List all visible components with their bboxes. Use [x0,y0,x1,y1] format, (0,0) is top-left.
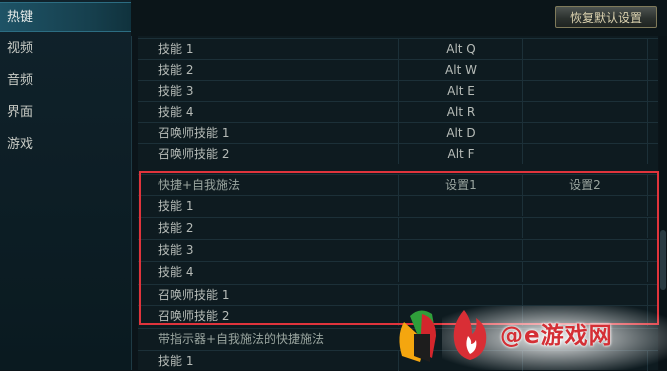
hotkey-action: 召唤师技能 1 [158,288,230,302]
hotkey-slot-2[interactable] [522,39,648,59]
table-row[interactable]: 技能 3 [138,239,658,260]
section-header-quickcast: 快捷+自我施法 设置1 设置2 [138,174,658,195]
watermark-text: @e游戏网 [500,323,613,349]
hotkey-slot-2[interactable] [522,262,648,282]
hotkey-action: 召唤师技能 2 [158,309,230,323]
sidebar-item-hotkeys[interactable]: 热键 [0,2,131,32]
table-row[interactable]: 技能 2 Alt W [138,59,658,80]
hotkey-action: 技能 2 [158,63,194,77]
hotkey-action: 技能 1 [158,42,194,56]
hotkey-slot-1[interactable]: Alt W [398,60,523,80]
hotkey-action: 技能 1 [158,199,194,213]
hotkey-slot-1[interactable] [398,262,523,282]
table-row[interactable]: 技能 2 [138,217,658,238]
hotkey-slot-1[interactable]: Alt E [398,81,523,101]
settings-sidebar: 热键 视频 音频 界面 游戏 [0,0,132,370]
table-row[interactable]: 技能 4 Alt R [138,101,658,122]
table-row[interactable]: 技能 1 [138,195,658,216]
hotkey-action: 技能 1 [158,354,194,368]
column-header-setting-1: 设置1 [398,175,523,195]
sidebar-item-game[interactable]: 游戏 [0,130,131,160]
hotkey-slot-2[interactable] [522,196,648,216]
hotkey-slot-2[interactable] [522,123,648,143]
table-row[interactable]: 召唤师技能 2 Alt F [138,143,658,164]
hotkey-slot-2[interactable] [522,240,648,260]
hotkey-slot-2[interactable] [522,144,648,164]
hotkey-slot-2[interactable] [522,218,648,238]
table-row[interactable]: 召唤师技能 1 Alt D [138,122,658,143]
sidebar-item-interface[interactable]: 界面 [0,98,131,128]
hotkey-slot-1[interactable] [398,240,523,260]
hotkey-action: 召唤师技能 2 [158,147,230,161]
hotkey-slot-1[interactable] [398,196,523,216]
hotkey-slot-1[interactable] [398,218,523,238]
hotkey-action: 技能 3 [158,243,194,257]
table-row[interactable]: 技能 1 Alt Q [138,38,658,59]
table-row[interactable]: 技能 4 [138,261,658,282]
scrollbar-thumb[interactable] [660,230,666,290]
hotkey-action: 技能 4 [158,105,194,119]
game-logo-icon [399,310,436,362]
hotkey-slot-1[interactable]: Alt Q [398,39,523,59]
hotkey-slot-1[interactable]: Alt F [398,144,523,164]
restore-defaults-button[interactable]: 恢复默认设置 [555,6,657,28]
hotkey-action: 技能 3 [158,84,194,98]
table-row[interactable]: 技能 3 Alt E [138,80,658,101]
sidebar-item-video[interactable]: 视频 [0,34,131,64]
hotkey-slot-1[interactable]: Alt D [398,123,523,143]
hotkey-slot-2[interactable] [522,102,648,122]
hotkey-slot-2[interactable] [522,60,648,80]
sidebar-item-audio[interactable]: 音频 [0,66,131,96]
hotkey-slot-1[interactable]: Alt R [398,102,523,122]
hotkey-slot-2[interactable] [522,81,648,101]
hotkey-action: 技能 2 [158,221,194,235]
section-title: 带指示器+自我施法的快捷施法 [158,332,325,346]
section-title: 快捷+自我施法 [158,178,241,192]
column-header-setting-2: 设置2 [522,175,648,195]
hotkey-action: 召唤师技能 1 [158,126,230,140]
hotkey-action: 技能 4 [158,265,194,279]
